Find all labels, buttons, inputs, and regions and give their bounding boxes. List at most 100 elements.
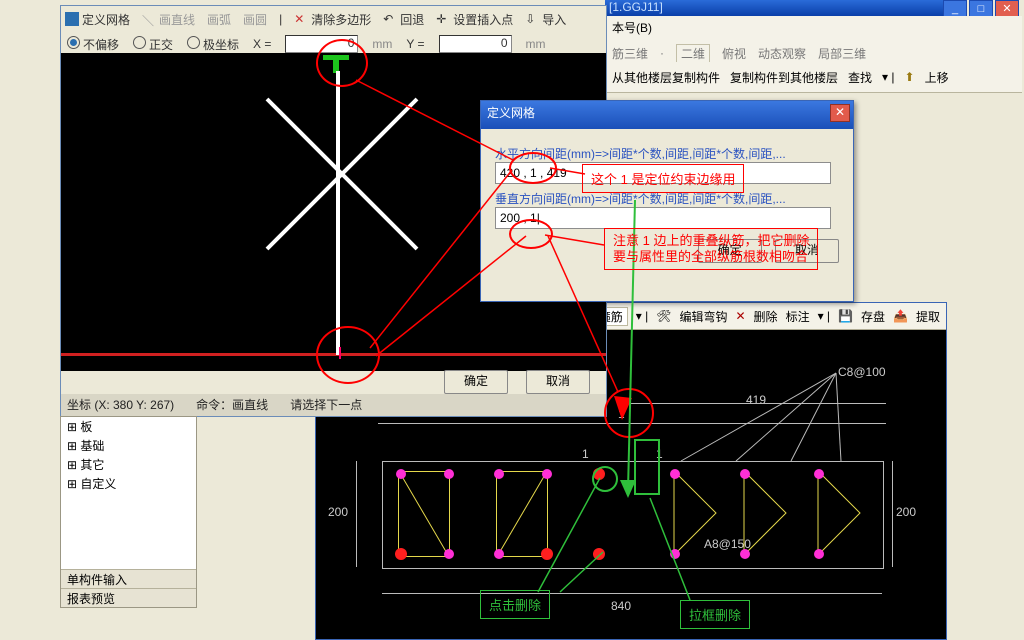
tree-node-custom[interactable]: ⊞ 自定义 [61, 474, 196, 493]
save-icon: 💾 [838, 309, 853, 323]
undo-icon: ↶ [383, 12, 397, 26]
btn-define-grid[interactable]: 定义网格 [65, 11, 130, 28]
btn-set-insert-point[interactable]: ✛设置插入点 [436, 11, 513, 28]
tree-node-foundation[interactable]: ⊞ 基础 [61, 436, 196, 455]
annot-text-4: 拉框删除 [680, 600, 750, 629]
btn-edit-hook[interactable]: 编辑弯钩 [679, 308, 727, 325]
x-icon: ✕ [294, 12, 308, 26]
rebar[interactable] [670, 469, 680, 479]
stirrup-tri[interactable] [742, 469, 792, 559]
crosshair-icon: ✛ [436, 12, 450, 26]
dim-ext [892, 461, 893, 567]
btn-copy-to-floor[interactable]: 复制构件到其他楼层 [730, 69, 838, 86]
leader-lines [676, 365, 886, 465]
rebar[interactable] [444, 549, 454, 559]
rebar[interactable] [740, 469, 750, 479]
dim-200-left: 200 [328, 505, 348, 519]
component-toolbar: 从其他楼层复制构件 复制构件到其他楼层 查找 ▾ | ⬆上移 [606, 62, 1022, 93]
btn-annotate[interactable]: 标注 [786, 308, 810, 325]
stirrup-diag [398, 471, 454, 561]
btn-extract[interactable]: 提取 [916, 308, 940, 325]
stirrup-tri[interactable] [816, 469, 866, 559]
dialog-close-button[interactable]: ✕ [830, 104, 850, 122]
cross-lines [257, 89, 427, 259]
dim-840: 840 [611, 599, 631, 613]
radio-no-offset[interactable]: 不偏移 [67, 36, 119, 53]
y-label: Y = [406, 37, 424, 51]
panelA-statusbar: 坐标 (X: 380 Y: 267) 命令：画直线 请选择下一点 [61, 394, 606, 416]
btn-delete[interactable]: 删除 [754, 308, 778, 325]
rebar[interactable] [494, 549, 504, 559]
rebar-center-bot[interactable] [594, 549, 604, 559]
rebar[interactable] [740, 549, 750, 559]
rebar[interactable] [444, 469, 454, 479]
btn-clear-poly[interactable]: ✕清除多边形 [294, 11, 371, 28]
category-tree[interactable]: ⊞ 板 ⊞ 基础 ⊞ 其它 ⊞ 自定义 单构件输入 报表预览 [60, 416, 197, 608]
tree-node-slab[interactable]: ⊞ 板 [61, 417, 196, 436]
hammer-icon: 🛠 [656, 309, 671, 323]
annot-circle-4 [509, 219, 553, 249]
btn-find[interactable]: 查找 [848, 69, 872, 86]
x-label: X = [253, 37, 271, 51]
btn-import[interactable]: ⇩导入 [525, 11, 566, 28]
dim-200-right: 200 [896, 505, 916, 519]
unit-mm: mm [372, 37, 392, 51]
btn-draw-circle[interactable]: 画圆 [243, 11, 267, 28]
grid-icon [65, 12, 79, 26]
annot-text-3: 点击删除 [480, 590, 550, 619]
tab-single-component[interactable]: 单构件输入 [61, 569, 196, 588]
annot-green-circle [592, 466, 618, 492]
status-cmd: 命令：画直线 [196, 396, 268, 414]
menu-version[interactable]: 本号(B) [612, 21, 652, 35]
rebar[interactable] [814, 469, 824, 479]
annot-circle-5 [604, 388, 654, 438]
status-coord: 坐标 (X: 380 Y: 267) [67, 396, 174, 414]
rebar[interactable] [814, 549, 824, 559]
radio-ortho[interactable]: 正交 [133, 36, 173, 53]
btn-move-up[interactable]: 上移 [925, 69, 949, 86]
window-title: [1.GGJ11] [609, 0, 663, 14]
btn-draw-arc[interactable]: 画弧 [207, 11, 231, 28]
ok-button[interactable]: 确定 [444, 370, 508, 394]
line-icon: ＼ [142, 12, 156, 26]
btn-undo[interactable]: ↶回退 [383, 11, 424, 28]
btn-2d[interactable]: 二维 [676, 44, 710, 63]
window-titlebar: [1.GGJ11] [605, 0, 955, 16]
tab-report-preview[interactable]: 报表预览 [61, 588, 196, 607]
status-prompt: 请选择下一点 [290, 396, 362, 414]
btn-local-3d[interactable]: 局部三维 [818, 45, 866, 62]
annot-circle-3 [509, 152, 557, 184]
btn-topview[interactable]: 俯视 [722, 45, 746, 62]
import-icon: ⇩ [525, 12, 539, 26]
btn-rebar-3d[interactable]: 筋三维 [612, 45, 648, 62]
btn-copy-from-floor[interactable]: 从其他楼层复制构件 [612, 69, 720, 86]
unit-mm: mm [526, 37, 546, 51]
annot-text-2: 注意 1 边上的重叠纵筋，把它删除 要与属性里的全部纵筋根数相吻合 [604, 228, 818, 270]
dialog-title: 定义网格 [487, 106, 535, 120]
annot-text-1: 这个 1 是定位约束边缘用 [582, 164, 744, 193]
y-input[interactable]: 0 [439, 35, 512, 53]
btn-orbit[interactable]: 动态观察 [758, 45, 806, 62]
annot-circle-2 [316, 326, 380, 384]
rebar[interactable] [542, 549, 552, 559]
dialog-titlebar[interactable]: 定义网格 ✕ [481, 101, 853, 129]
rebar[interactable] [542, 469, 552, 479]
cancel-button[interactable]: 取消 [526, 370, 590, 394]
delete-icon: ✕ [735, 309, 745, 323]
stirrup-tri[interactable] [672, 469, 722, 559]
green-selection-rect [634, 439, 660, 495]
rebar[interactable] [670, 549, 680, 559]
dim-ext [356, 461, 357, 567]
btn-save[interactable]: 存盘 [861, 308, 885, 325]
rebar[interactable] [396, 549, 406, 559]
section-outline [382, 461, 884, 569]
rebar[interactable] [494, 469, 504, 479]
define-grid-dialog: 定义网格 ✕ 水平方向间距(mm)=>间距*个数,间距,间距*个数,间距,...… [480, 100, 854, 302]
rebar[interactable] [396, 469, 406, 479]
radio-polar[interactable]: 极坐标 [187, 36, 239, 53]
tree-node-other[interactable]: ⊞ 其它 [61, 455, 196, 474]
dim-ext [382, 593, 882, 594]
btn-draw-line[interactable]: ＼画直线 [142, 11, 195, 28]
panelA-toolbar: 定义网格 ＼画直线 画弧 画圆| ✕清除多边形 ↶回退 ✛设置插入点 ⇩导入 [61, 6, 606, 32]
stirrup-diag [496, 471, 552, 561]
